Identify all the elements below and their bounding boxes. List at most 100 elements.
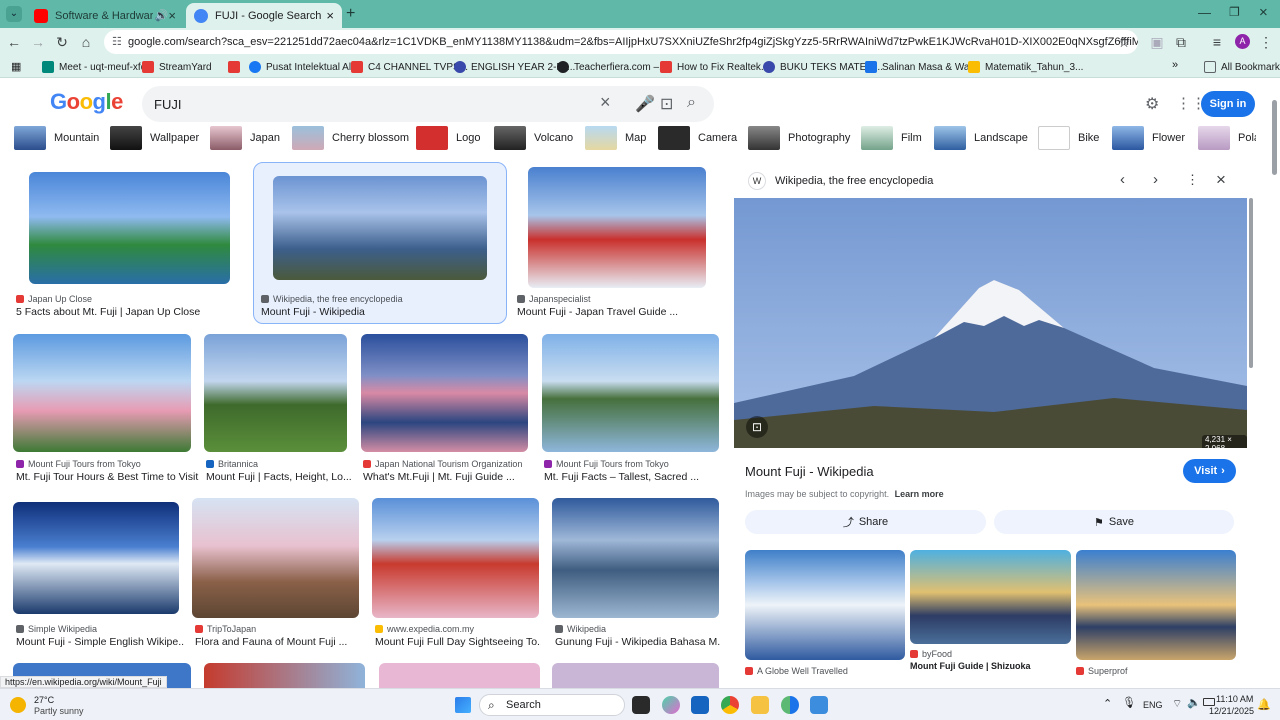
- result-source[interactable]: www.expedia.com.my: [375, 624, 474, 634]
- microphone-icon[interactable]: 🎤: [635, 94, 655, 114]
- store-icon[interactable]: [691, 696, 709, 714]
- result-image[interactable]: [379, 663, 540, 688]
- chip-film[interactable]: Film: [861, 126, 922, 150]
- result-image[interactable]: [204, 334, 347, 452]
- sign-in-button[interactable]: Sign in: [1201, 91, 1255, 117]
- share-button[interactable]: ⤴ Share: [745, 510, 986, 534]
- result-source[interactable]: Wikipedia: [555, 624, 606, 634]
- result-image[interactable]: [361, 334, 528, 452]
- chip-flower[interactable]: Flower: [1112, 126, 1185, 150]
- address-bar[interactable]: ☷ google.com/search?sca_esv=221251dd72ae…: [104, 30, 1138, 54]
- tab-search-icon[interactable]: ⌄: [6, 6, 22, 22]
- apps-icon[interactable]: ▦: [11, 60, 21, 73]
- maximize-button[interactable]: ❐: [1229, 5, 1240, 19]
- panel-source[interactable]: Wikipedia, the free encyclopedia: [775, 175, 933, 187]
- result-source[interactable]: Japan National Tourism Organization: [363, 459, 522, 469]
- weather-temp[interactable]: 27°C: [34, 695, 54, 705]
- chevron-up-icon[interactable]: ⌃: [1103, 697, 1112, 710]
- task-view-icon[interactable]: [632, 696, 650, 714]
- result-image[interactable]: [13, 334, 191, 452]
- file-explorer-icon[interactable]: [751, 696, 769, 714]
- chevron-right-icon[interactable]: ›: [1153, 171, 1158, 188]
- result-title[interactable]: Mount Fuji - Japan Travel Guide ...: [517, 306, 717, 318]
- bookmark-item[interactable]: [228, 59, 245, 75]
- related-image[interactable]: [745, 550, 905, 660]
- result-image[interactable]: [552, 663, 719, 688]
- result-source[interactable]: Britannica: [206, 459, 258, 469]
- result-image[interactable]: [542, 334, 719, 452]
- result-title[interactable]: Mt. Fuji Tour Hours & Best Time to Visit: [16, 471, 202, 483]
- close-icon[interactable]: ×: [1216, 170, 1226, 190]
- result-source[interactable]: Wikipedia, the free encyclopedia: [261, 294, 403, 304]
- microphone-icon[interactable]: 🎙: [1122, 696, 1136, 709]
- result-title[interactable]: What's Mt.Fuji | Mt. Fuji Guide ...: [363, 471, 533, 483]
- chip-wallpaper[interactable]: Wallpaper: [110, 126, 199, 150]
- chip-landscape[interactable]: Landscape: [934, 126, 1028, 150]
- chrome-icon[interactable]: [721, 696, 739, 714]
- result-image[interactable]: [528, 167, 706, 288]
- chevron-left-icon[interactable]: ‹: [1120, 171, 1125, 188]
- chip-japan[interactable]: Japan: [210, 126, 280, 150]
- result-source[interactable]: Mount Fuji Tours from Tokyo: [544, 459, 669, 469]
- chip-photography[interactable]: Photography: [748, 126, 850, 150]
- volume-icon[interactable]: 🔈: [1187, 696, 1201, 709]
- related-source[interactable]: Superprof: [1076, 666, 1128, 676]
- lens-search-icon[interactable]: ⊡: [746, 416, 768, 438]
- result-source[interactable]: Simple Wikipedia: [16, 624, 97, 634]
- tab-fuji-search[interactable]: FUJI - Google Search ×: [186, 3, 342, 28]
- result-title[interactable]: Gunung Fuji - Wikipedia Bahasa M...: [555, 636, 721, 648]
- chip-cherry-blossom[interactable]: Cherry blossom: [292, 126, 409, 150]
- puzzle-icon[interactable]: ⧉: [1172, 33, 1190, 51]
- result-image[interactable]: [273, 176, 487, 280]
- result-source[interactable]: Mount Fuji Tours from Tokyo: [16, 459, 141, 469]
- chip-mountain[interactable]: Mountain: [14, 126, 99, 150]
- bookmark-item[interactable]: Matematik_Tahun_3...: [968, 59, 1083, 75]
- site-info-icon[interactable]: ☷: [112, 35, 122, 48]
- save-button[interactable]: ⚑ Save: [994, 510, 1234, 534]
- speaker-icon[interactable]: 🔊: [155, 9, 169, 22]
- result-source[interactable]: Japanspecialist: [517, 294, 591, 304]
- result-image[interactable]: [192, 498, 359, 618]
- start-icon[interactable]: [455, 697, 471, 713]
- chip-bike[interactable]: Bike: [1038, 126, 1099, 150]
- related-source[interactable]: byFood: [910, 649, 952, 659]
- reload-icon[interactable]: ↻: [53, 33, 71, 51]
- notification-icon[interactable]: 🔔: [1257, 698, 1271, 711]
- visit-button[interactable]: Visit ›: [1183, 459, 1236, 483]
- media-icon[interactable]: ≡: [1208, 33, 1226, 51]
- language-indicator[interactable]: ENG: [1143, 700, 1163, 710]
- weather-icon[interactable]: [10, 697, 26, 713]
- result-title[interactable]: Mt. Fuji Facts – Tallest, Sacred ...: [544, 471, 724, 483]
- copilot-icon[interactable]: [662, 696, 680, 714]
- home-icon[interactable]: ⌂: [77, 33, 95, 51]
- wifi-icon[interactable]: ⌔: [1172, 697, 1182, 711]
- panel-scrollbar[interactable]: [1249, 198, 1253, 368]
- bookmark-item[interactable]: Salinan Masa & Wa...: [865, 59, 978, 75]
- page-scrollbar[interactable]: [1272, 100, 1277, 175]
- back-icon[interactable]: ←: [5, 33, 23, 51]
- avatar[interactable]: A: [1235, 34, 1250, 49]
- bookmark-item[interactable]: StreamYard: [142, 59, 212, 75]
- window-close-button[interactable]: ×: [1259, 4, 1268, 21]
- preview-image[interactable]: ⊡ 4,231 × 2,068: [734, 198, 1247, 448]
- clear-icon[interactable]: ×: [600, 92, 611, 113]
- search-input[interactable]: FUJI: [154, 97, 181, 112]
- extension-icon[interactable]: ▣: [1148, 33, 1166, 51]
- result-title[interactable]: Mount Fuji - Simple English Wikipe...: [16, 636, 184, 648]
- result-source[interactable]: Japan Up Close: [16, 294, 92, 304]
- tab-software-hardware[interactable]: Software & Hardware Moc 🔊 ×: [26, 3, 184, 28]
- result-title[interactable]: Flora and Fauna of Mount Fuji ...: [195, 636, 361, 648]
- related-title[interactable]: Mount Fuji Guide | Shizuoka: [910, 661, 1070, 671]
- bookmark-item[interactable]: Meet - uqt-meuf-xfq: [42, 59, 146, 75]
- result-image[interactable]: [29, 172, 230, 284]
- more-options-icon[interactable]: ⋮: [1186, 172, 1199, 188]
- chip-volcano[interactable]: Volcano: [494, 126, 573, 150]
- learn-more-link[interactable]: Learn more: [895, 489, 944, 499]
- result-image[interactable]: [372, 498, 539, 618]
- bookmark-item[interactable]: Pusat Intelektual Al-...: [249, 59, 363, 75]
- result-image[interactable]: [13, 502, 179, 614]
- battery-icon[interactable]: [1203, 698, 1215, 706]
- result-title[interactable]: Mount Fuji | Facts, Height, Lo...: [206, 471, 352, 483]
- new-tab-button[interactable]: +: [346, 5, 355, 23]
- close-icon[interactable]: ×: [326, 8, 334, 23]
